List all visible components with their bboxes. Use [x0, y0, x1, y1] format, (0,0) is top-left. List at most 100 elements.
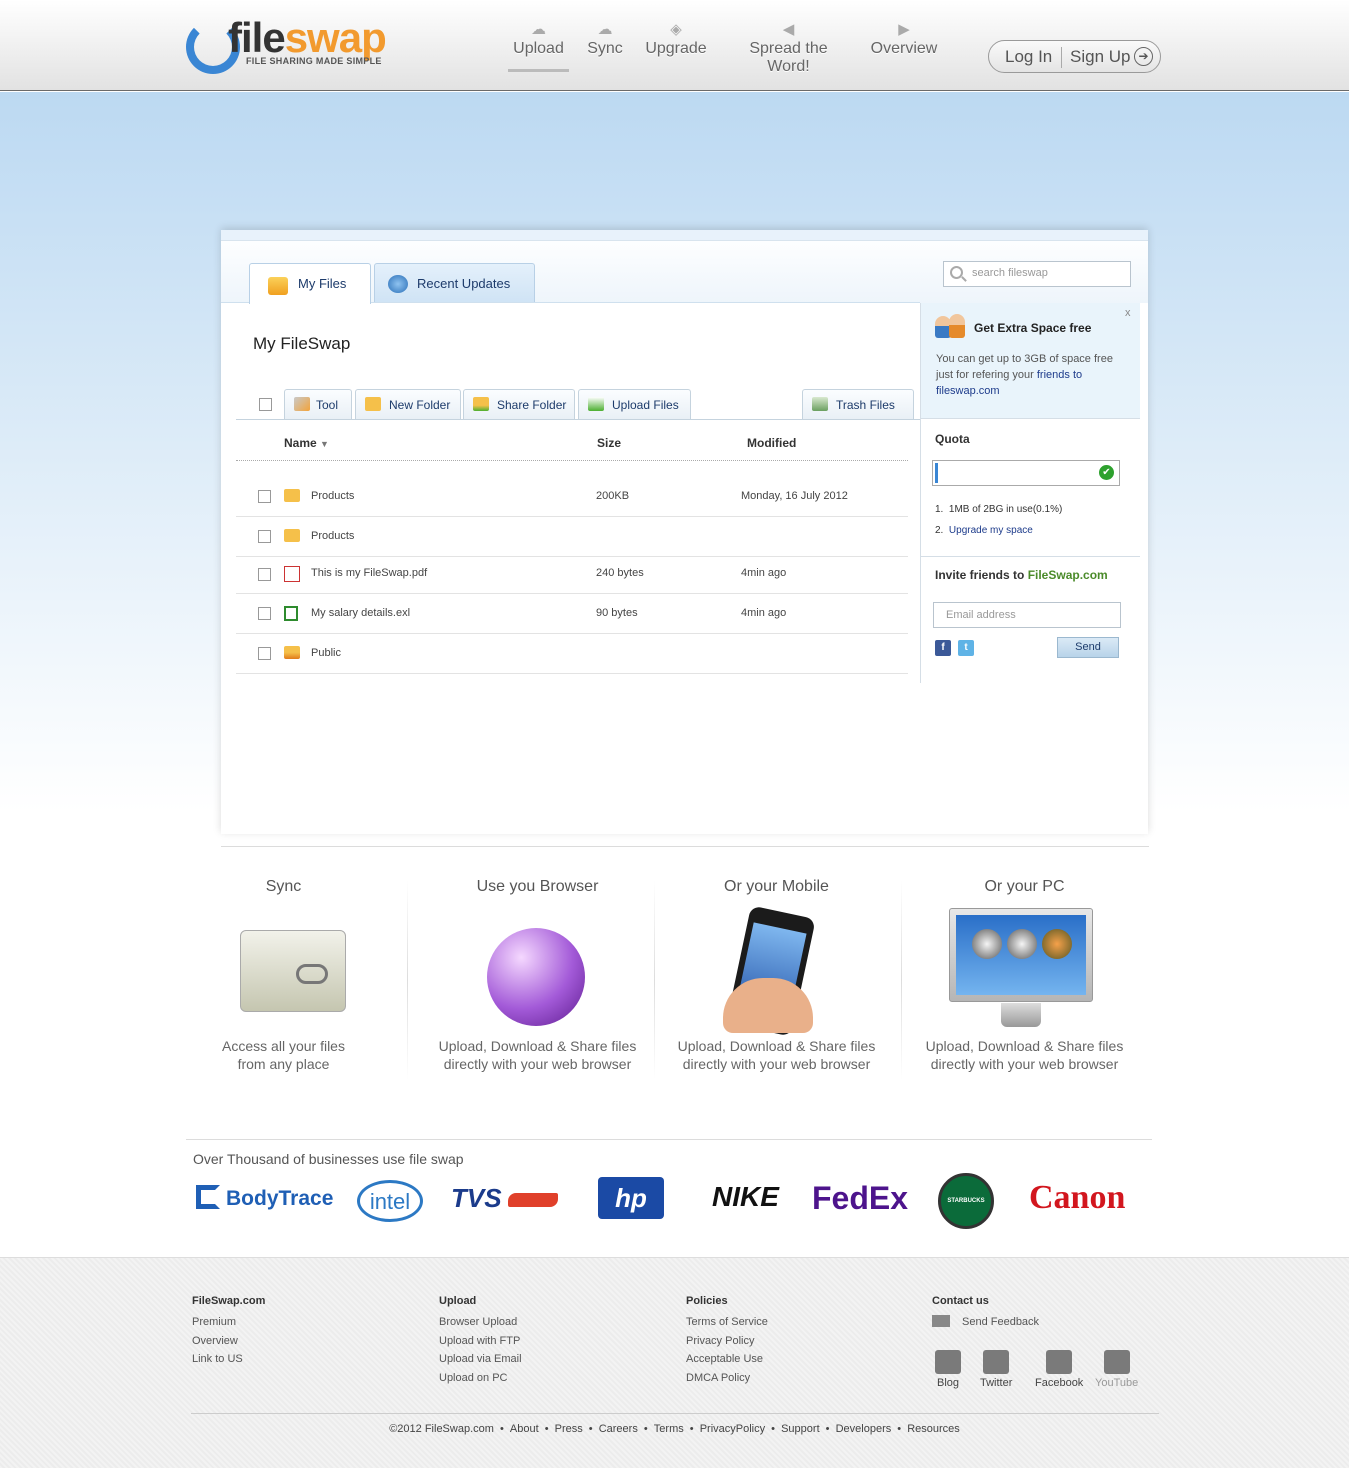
auth-pill: Log In Sign Up ➔ — [988, 40, 1161, 73]
trash-files-button[interactable]: Trash Files — [802, 389, 914, 419]
footer-youtube[interactable]: YouTube — [1095, 1350, 1138, 1389]
bottom-link[interactable]: Careers — [599, 1423, 638, 1435]
invite-title: Invite friends to FileSwap.com — [935, 568, 1108, 582]
footer-twitter[interactable]: Twitter — [980, 1350, 1012, 1389]
select-all-checkbox[interactable] — [259, 398, 272, 411]
bottom-link[interactable]: About — [510, 1423, 539, 1435]
nav-sync[interactable]: ☁ Sync — [585, 22, 625, 72]
footer-col-upload: Upload Browser Upload Upload with FTP Up… — [439, 1295, 522, 1387]
footer-link[interactable]: Upload via Email — [439, 1350, 522, 1369]
twitter-icon[interactable]: t — [958, 640, 974, 656]
brand-bodytrace: BodyTrace — [196, 1185, 334, 1231]
footer-link[interactable]: Terms of Service — [686, 1313, 768, 1332]
nav-upgrade[interactable]: ◈ Upgrade — [645, 22, 707, 72]
table-row[interactable]: My salary details.exl 90 bytes 4min ago — [236, 594, 908, 634]
section-divider — [221, 846, 1149, 847]
feature-text: Upload, Download & Share files directly w… — [414, 1037, 661, 1073]
logo-tagline: FILE SHARING MADE SIMPLE — [246, 56, 382, 66]
column-name[interactable]: Name ▼ — [284, 436, 329, 450]
bottom-link[interactable]: Support — [781, 1423, 820, 1435]
play-triangle-icon: ▶ — [898, 21, 910, 38]
nav-overview[interactable]: ▶ Overview — [869, 22, 939, 72]
feature-sync: Sync Access all your files from any place — [160, 878, 407, 1088]
new-folder-label: New Folder — [389, 398, 451, 412]
bottom-link[interactable]: Terms — [654, 1423, 684, 1435]
sync-cloud-icon: ☁ — [597, 21, 613, 38]
bottom-link[interactable]: Developers — [836, 1423, 892, 1435]
signup-button[interactable]: Sign Up — [1070, 47, 1130, 67]
row-checkbox[interactable] — [258, 647, 271, 660]
close-icon[interactable]: x — [1125, 307, 1131, 319]
bottom-link[interactable]: PrivacyPolicy — [700, 1423, 765, 1435]
facebook-label: Facebook — [1035, 1377, 1084, 1389]
new-folder-button[interactable]: New Folder — [355, 389, 461, 419]
column-size[interactable]: Size — [597, 436, 621, 450]
footer-link[interactable]: Overview — [192, 1332, 265, 1351]
file-name[interactable]: My salary details.exl — [311, 607, 410, 619]
trash-files-label: Trash Files — [836, 398, 895, 412]
email-field[interactable]: Email address — [933, 602, 1121, 628]
browser-globe-icon — [487, 928, 585, 1026]
feature-text-line: Upload, Download & Share files — [925, 1038, 1124, 1054]
feature-text-line: Access all your files — [222, 1038, 345, 1054]
table-row[interactable]: Products — [236, 517, 908, 557]
tools-icon — [294, 397, 310, 411]
arrow-right-icon[interactable]: ➔ — [1134, 47, 1153, 66]
tag-icon: ◈ — [670, 21, 682, 38]
bottom-link[interactable]: Press — [555, 1423, 583, 1435]
footer-link[interactable]: Browser Upload — [439, 1313, 522, 1332]
table-row[interactable]: Public — [236, 634, 908, 674]
brand-name: TVS — [451, 1183, 502, 1213]
logo-text: fileswap — [228, 14, 387, 61]
sidebar: x Get Extra Space free You can get up to… — [920, 303, 1140, 683]
nav-upload[interactable]: ☁ Upload — [508, 22, 569, 72]
youtube-label: YouTube — [1095, 1377, 1139, 1389]
login-button[interactable]: Log In — [1005, 47, 1052, 67]
pdf-icon — [284, 566, 300, 582]
tab-my-files[interactable]: My Files — [249, 263, 371, 304]
row-checkbox[interactable] — [258, 490, 271, 503]
footer-link[interactable]: Link to US — [192, 1350, 265, 1369]
row-checkbox[interactable] — [258, 530, 271, 543]
row-checkbox[interactable] — [258, 607, 271, 620]
upload-files-button[interactable]: Upload Files — [578, 389, 691, 419]
footer-link[interactable]: Premium — [192, 1313, 265, 1332]
sort-down-icon: ▼ — [320, 439, 329, 449]
promo-body: You can get up to 3GB of space free just… — [936, 353, 1113, 381]
send-button[interactable]: Send — [1057, 637, 1119, 658]
file-name[interactable]: Public — [311, 647, 341, 659]
feature-browser: Use you Browser Upload, Download & Share… — [414, 878, 661, 1088]
share-folder-button[interactable]: Share Folder — [463, 389, 575, 419]
file-panel: My Files Recent Updates search fileswap … — [221, 230, 1148, 834]
feature-text-line: directly with your web browser — [930, 1056, 1119, 1072]
facebook-icon[interactable]: f — [935, 640, 951, 656]
table-row[interactable]: Products 200KB Monday, 16 July 2012 — [236, 477, 908, 517]
file-name[interactable]: Products — [311, 490, 354, 502]
share-folder-label: Share Folder — [497, 398, 567, 412]
row-checkbox[interactable] — [258, 568, 271, 581]
file-name[interactable]: Products — [311, 530, 354, 542]
bottom-link[interactable]: Resources — [907, 1423, 960, 1435]
footer-link[interactable]: Upload with FTP — [439, 1332, 522, 1351]
send-feedback-link[interactable]: Send Feedback — [932, 1313, 1039, 1332]
search-input[interactable]: search fileswap — [943, 261, 1131, 287]
brand-intel: intel — [357, 1180, 423, 1222]
brand-fedex: FedEx — [812, 1180, 908, 1226]
footer-facebook[interactable]: Facebook — [1035, 1350, 1083, 1389]
nav-spread-the-word[interactable]: ◀ Spread the Word! — [727, 22, 850, 76]
footer-link[interactable]: DMCA Policy — [686, 1369, 768, 1388]
folder-icon — [284, 489, 300, 502]
footer-link[interactable]: Upload on PC — [439, 1369, 522, 1388]
footer-link[interactable]: Acceptable Use — [686, 1350, 768, 1369]
file-name[interactable]: This is my FileSwap.pdf — [311, 567, 427, 579]
column-modified[interactable]: Modified — [747, 436, 796, 450]
tool-button[interactable]: Tool — [284, 389, 352, 419]
table-row[interactable]: This is my FileSwap.pdf 240 bytes 4min a… — [236, 557, 908, 594]
footer-link[interactable]: Privacy Policy — [686, 1332, 768, 1351]
tab-recent-updates[interactable]: Recent Updates — [374, 263, 535, 303]
upgrade-link[interactable]: Upgrade my space — [949, 525, 1033, 536]
logo[interactable]: fileswap FILE SHARING MADE SIMPLE — [186, 14, 406, 74]
users-icon — [935, 314, 967, 340]
footer-blog[interactable]: Blog — [935, 1350, 961, 1389]
footer-divider — [191, 1413, 1159, 1414]
